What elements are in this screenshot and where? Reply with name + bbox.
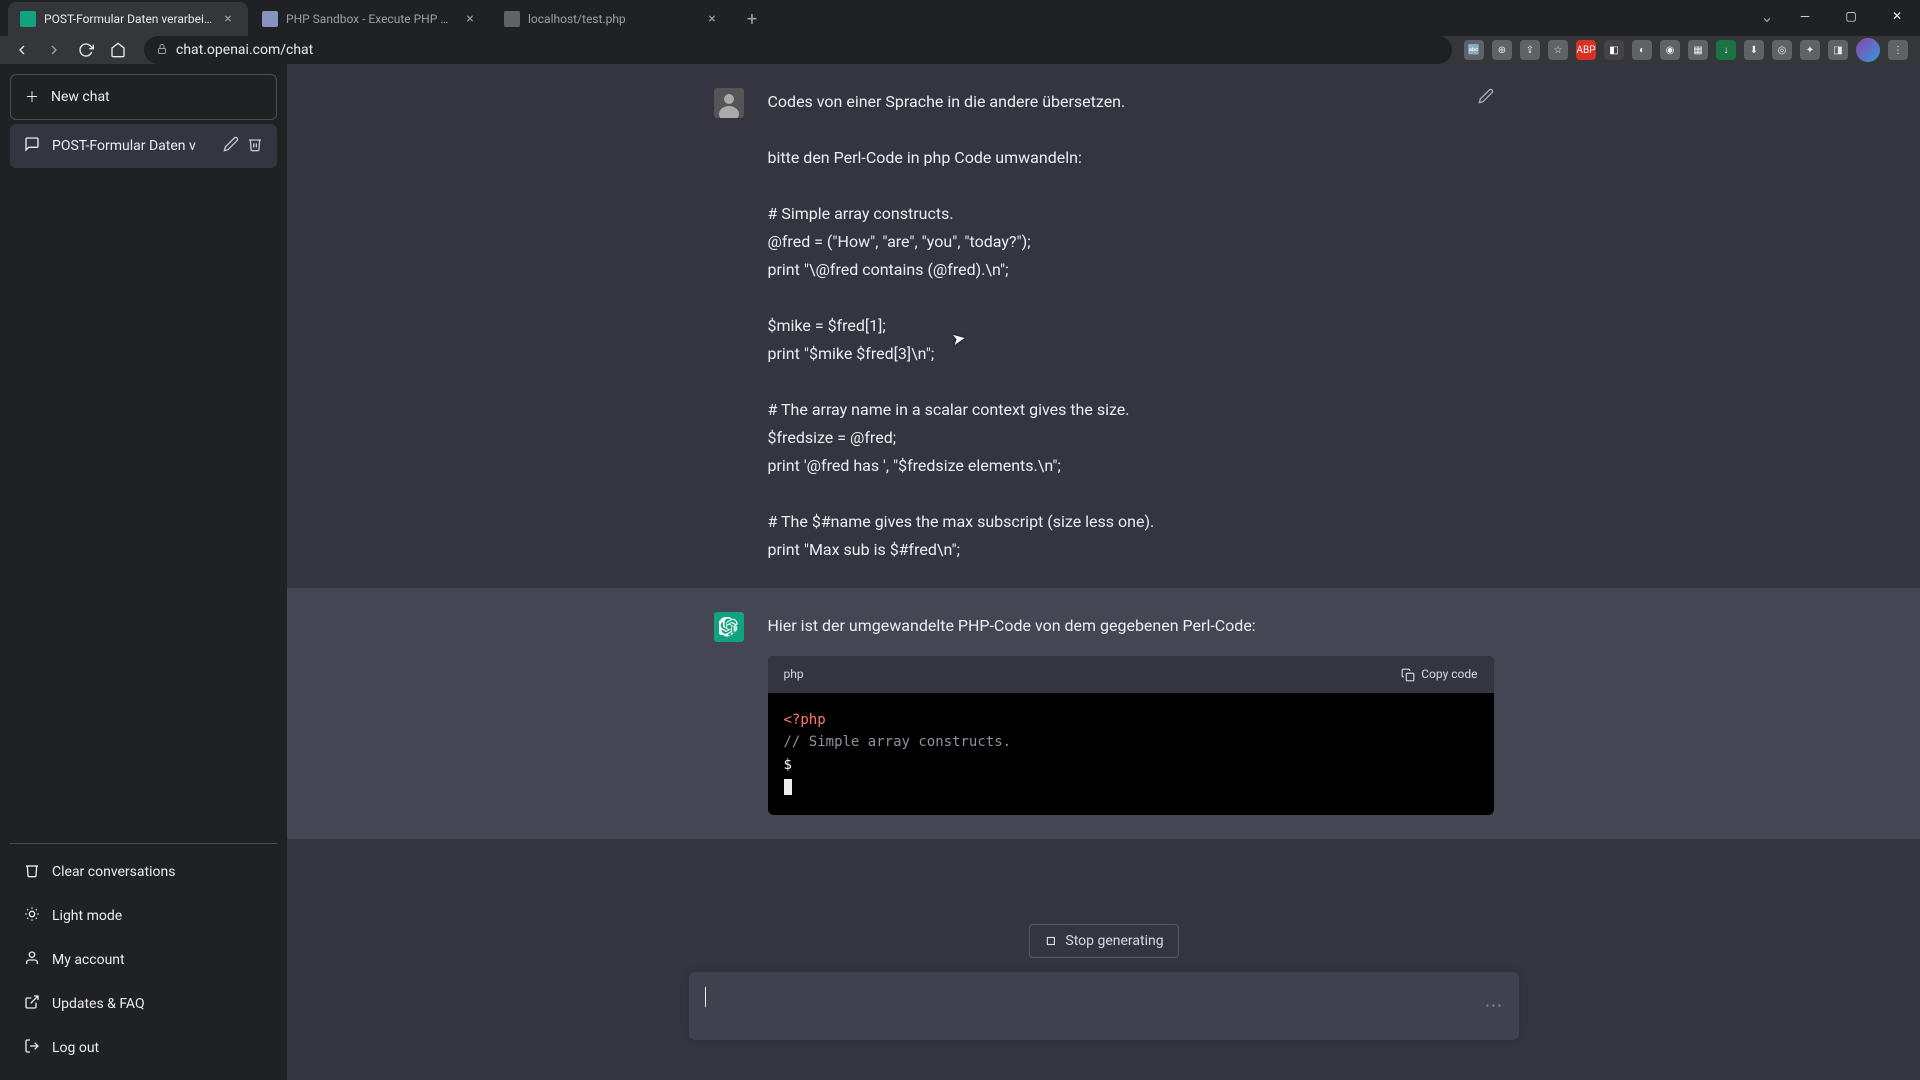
minimize-button[interactable]: ─ — [1782, 0, 1828, 32]
user-avatar — [714, 88, 744, 118]
updates-button[interactable]: Updates & FAQ — [10, 982, 277, 1026]
theme-label: Light mode — [52, 908, 122, 924]
extension-icon[interactable]: ⬇ — [1744, 40, 1764, 60]
trash-icon[interactable] — [247, 136, 263, 156]
browser-tab[interactable]: PHP Sandbox - Execute PHP code × — [250, 2, 490, 36]
user-message-content: Codes von einer Sprache in die andere üb… — [768, 88, 1494, 564]
copy-code-button[interactable]: Copy code — [1401, 664, 1477, 685]
sidebar-footer: Clear conversations Light mode My accoun… — [10, 843, 277, 1070]
url-text: chat.openai.com/chat — [176, 42, 313, 58]
stop-generating-label: Stop generating — [1065, 933, 1163, 949]
conversation-title: POST-Formular Daten v — [52, 138, 211, 154]
new-chat-button[interactable]: ＋ New chat — [10, 74, 277, 120]
maximize-button[interactable]: ▢ — [1828, 0, 1874, 32]
close-icon[interactable]: × — [220, 11, 236, 27]
plus-icon: ＋ — [25, 87, 39, 107]
code-line: $ — [784, 757, 792, 773]
updates-label: Updates & FAQ — [52, 996, 145, 1012]
extension-icon[interactable]: ▦ — [1688, 40, 1708, 60]
code-block: php Copy code <?php // Simple array cons… — [768, 656, 1494, 815]
bottom-area: Stop generating ⋯ — [287, 972, 1920, 1080]
back-button[interactable] — [8, 36, 36, 64]
tab-title: localhost/test.php — [528, 12, 696, 26]
extension-icon[interactable]: ◐ — [1632, 40, 1652, 60]
copy-code-label: Copy code — [1421, 664, 1477, 685]
tab-title: POST-Formular Daten verarbeite — [44, 12, 212, 26]
address-bar[interactable]: chat.openai.com/chat — [144, 36, 1452, 64]
tab-title: PHP Sandbox - Execute PHP code — [286, 12, 454, 26]
main-content: Codes von einer Sprache in die andere üb… — [287, 64, 1920, 1080]
home-button[interactable] — [104, 36, 132, 64]
code-body: <?php // Simple array constructs. $ — [768, 693, 1494, 815]
favicon-icon — [262, 11, 278, 27]
chat-input[interactable] — [705, 1007, 1471, 1026]
forward-button[interactable] — [40, 36, 68, 64]
tab-search-icon[interactable]: ⌄ — [1752, 0, 1782, 32]
clear-conversations-button[interactable]: Clear conversations — [10, 850, 277, 894]
assistant-avatar — [714, 612, 744, 642]
user-message-text: Codes von einer Sprache in die andere üb… — [768, 88, 1494, 564]
translate-icon[interactable]: 🔤 — [1464, 40, 1484, 60]
extension-icon[interactable]: ◎ — [1772, 40, 1792, 60]
new-chat-label: New chat — [51, 89, 110, 105]
menu-icon[interactable]: ⋮ — [1888, 40, 1908, 60]
code-line: <?php — [784, 712, 826, 728]
logout-button[interactable]: Log out — [10, 1026, 277, 1070]
lock-icon — [156, 43, 168, 58]
messages-list[interactable]: Codes von einer Sprache in die andere üb… — [287, 64, 1920, 972]
extension-icon[interactable]: ◧ — [1604, 40, 1624, 60]
code-line: // Simple array constructs. — [784, 734, 1012, 750]
user-icon — [24, 950, 40, 970]
account-label: My account — [52, 952, 125, 968]
trash-icon — [24, 862, 40, 882]
conversation-item[interactable]: POST-Formular Daten v — [10, 124, 277, 168]
chat-input-wrapper[interactable]: ⋯ — [689, 972, 1519, 1040]
user-message-row: Codes von einer Sprache in die andere üb… — [287, 64, 1920, 588]
browser-chrome: POST-Formular Daten verarbeite × PHP San… — [0, 0, 1920, 64]
code-header: php Copy code — [768, 656, 1494, 693]
edit-icon[interactable] — [223, 136, 239, 156]
account-button[interactable]: My account — [10, 938, 277, 982]
close-window-button[interactable]: ✕ — [1874, 0, 1920, 32]
browser-tab-active[interactable]: POST-Formular Daten verarbeite × — [8, 2, 248, 36]
theme-toggle-button[interactable]: Light mode — [10, 894, 277, 938]
zoom-icon[interactable]: ⊕ — [1492, 40, 1512, 60]
browser-tab[interactable]: localhost/test.php × — [492, 2, 732, 36]
tab-bar: POST-Formular Daten verarbeite × PHP San… — [0, 0, 1920, 36]
sidepanel-icon[interactable]: ◨ — [1828, 40, 1848, 60]
extension-icon[interactable]: ◉ — [1660, 40, 1680, 60]
sun-icon — [24, 906, 40, 926]
share-icon[interactable]: ⇪ — [1520, 40, 1540, 60]
profile-avatar[interactable] — [1856, 38, 1880, 62]
chat-icon — [24, 136, 40, 156]
clear-label: Clear conversations — [52, 864, 175, 880]
app-container: ＋ New chat POST-Formular Daten v Clear c… — [0, 64, 1920, 1080]
sidebar: ＋ New chat POST-Formular Daten v Clear c… — [0, 64, 287, 1080]
generating-cursor-icon — [784, 779, 792, 795]
adblock-icon[interactable]: ABP — [1576, 40, 1596, 60]
new-tab-button[interactable]: + — [738, 5, 766, 33]
logout-label: Log out — [52, 1040, 99, 1056]
extensions-menu-icon[interactable]: ✦ — [1800, 40, 1820, 60]
nav-bar: chat.openai.com/chat 🔤 ⊕ ⇪ ☆ ABP ◧ ◐ ◉ ▦… — [0, 36, 1920, 64]
logout-icon — [24, 1038, 40, 1058]
extension-icons: 🔤 ⊕ ⇪ ☆ ABP ◧ ◐ ◉ ▦ ↓ ⬇ ◎ ✦ ◨ ⋮ — [1464, 38, 1912, 62]
input-caret — [705, 987, 706, 1007]
edit-message-button[interactable] — [1478, 88, 1494, 108]
assistant-message-row: Hier ist der umgewandelte PHP-Code von d… — [287, 588, 1920, 839]
assistant-intro-text: Hier ist der umgewandelte PHP-Code von d… — [768, 612, 1494, 640]
favicon-icon — [504, 11, 520, 27]
reload-button[interactable] — [72, 36, 100, 64]
code-lang-label: php — [784, 664, 804, 685]
assistant-message-content: Hier ist der umgewandelte PHP-Code von d… — [768, 612, 1494, 815]
star-icon[interactable]: ☆ — [1548, 40, 1568, 60]
close-icon[interactable]: × — [462, 11, 478, 27]
favicon-icon — [20, 11, 36, 27]
extension-icon[interactable]: ↓ — [1716, 40, 1736, 60]
external-link-icon — [24, 994, 40, 1014]
loading-dots-icon: ⋯ — [1485, 996, 1505, 1017]
stop-generating-button[interactable]: Stop generating — [1028, 924, 1178, 958]
close-icon[interactable]: × — [704, 11, 720, 27]
